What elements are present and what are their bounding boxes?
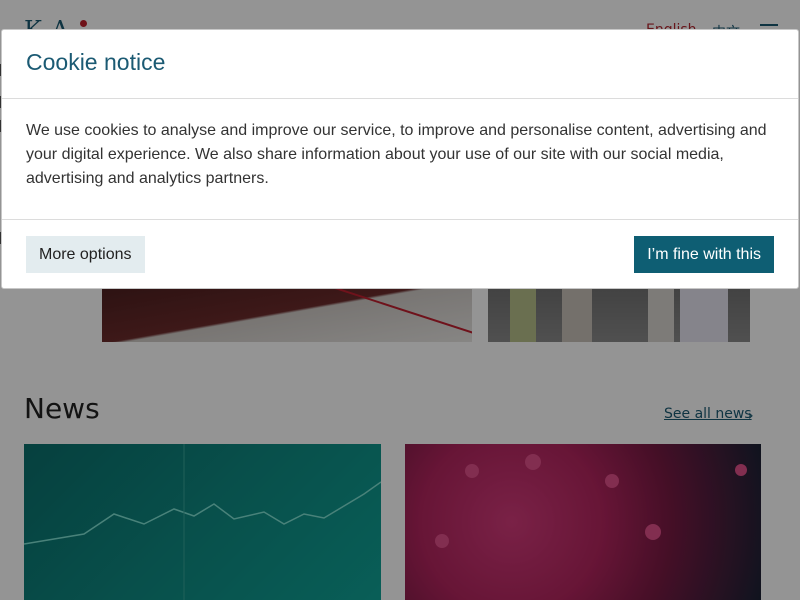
- accept-cookies-button[interactable]: I’m fine with this: [634, 236, 774, 273]
- dialog-title: Cookie notice: [26, 49, 166, 75]
- dialog-body: We use cookies to analyse and improve ou…: [2, 99, 798, 220]
- cookie-notice-text: We use cookies to analyse and improve ou…: [26, 122, 767, 187]
- more-options-button[interactable]: More options: [26, 236, 145, 273]
- cookie-notice-dialog: Cookie notice We use cookies to analyse …: [1, 29, 799, 289]
- dialog-header: Cookie notice: [2, 30, 798, 99]
- dialog-footer: More options I’m fine with this: [2, 220, 798, 288]
